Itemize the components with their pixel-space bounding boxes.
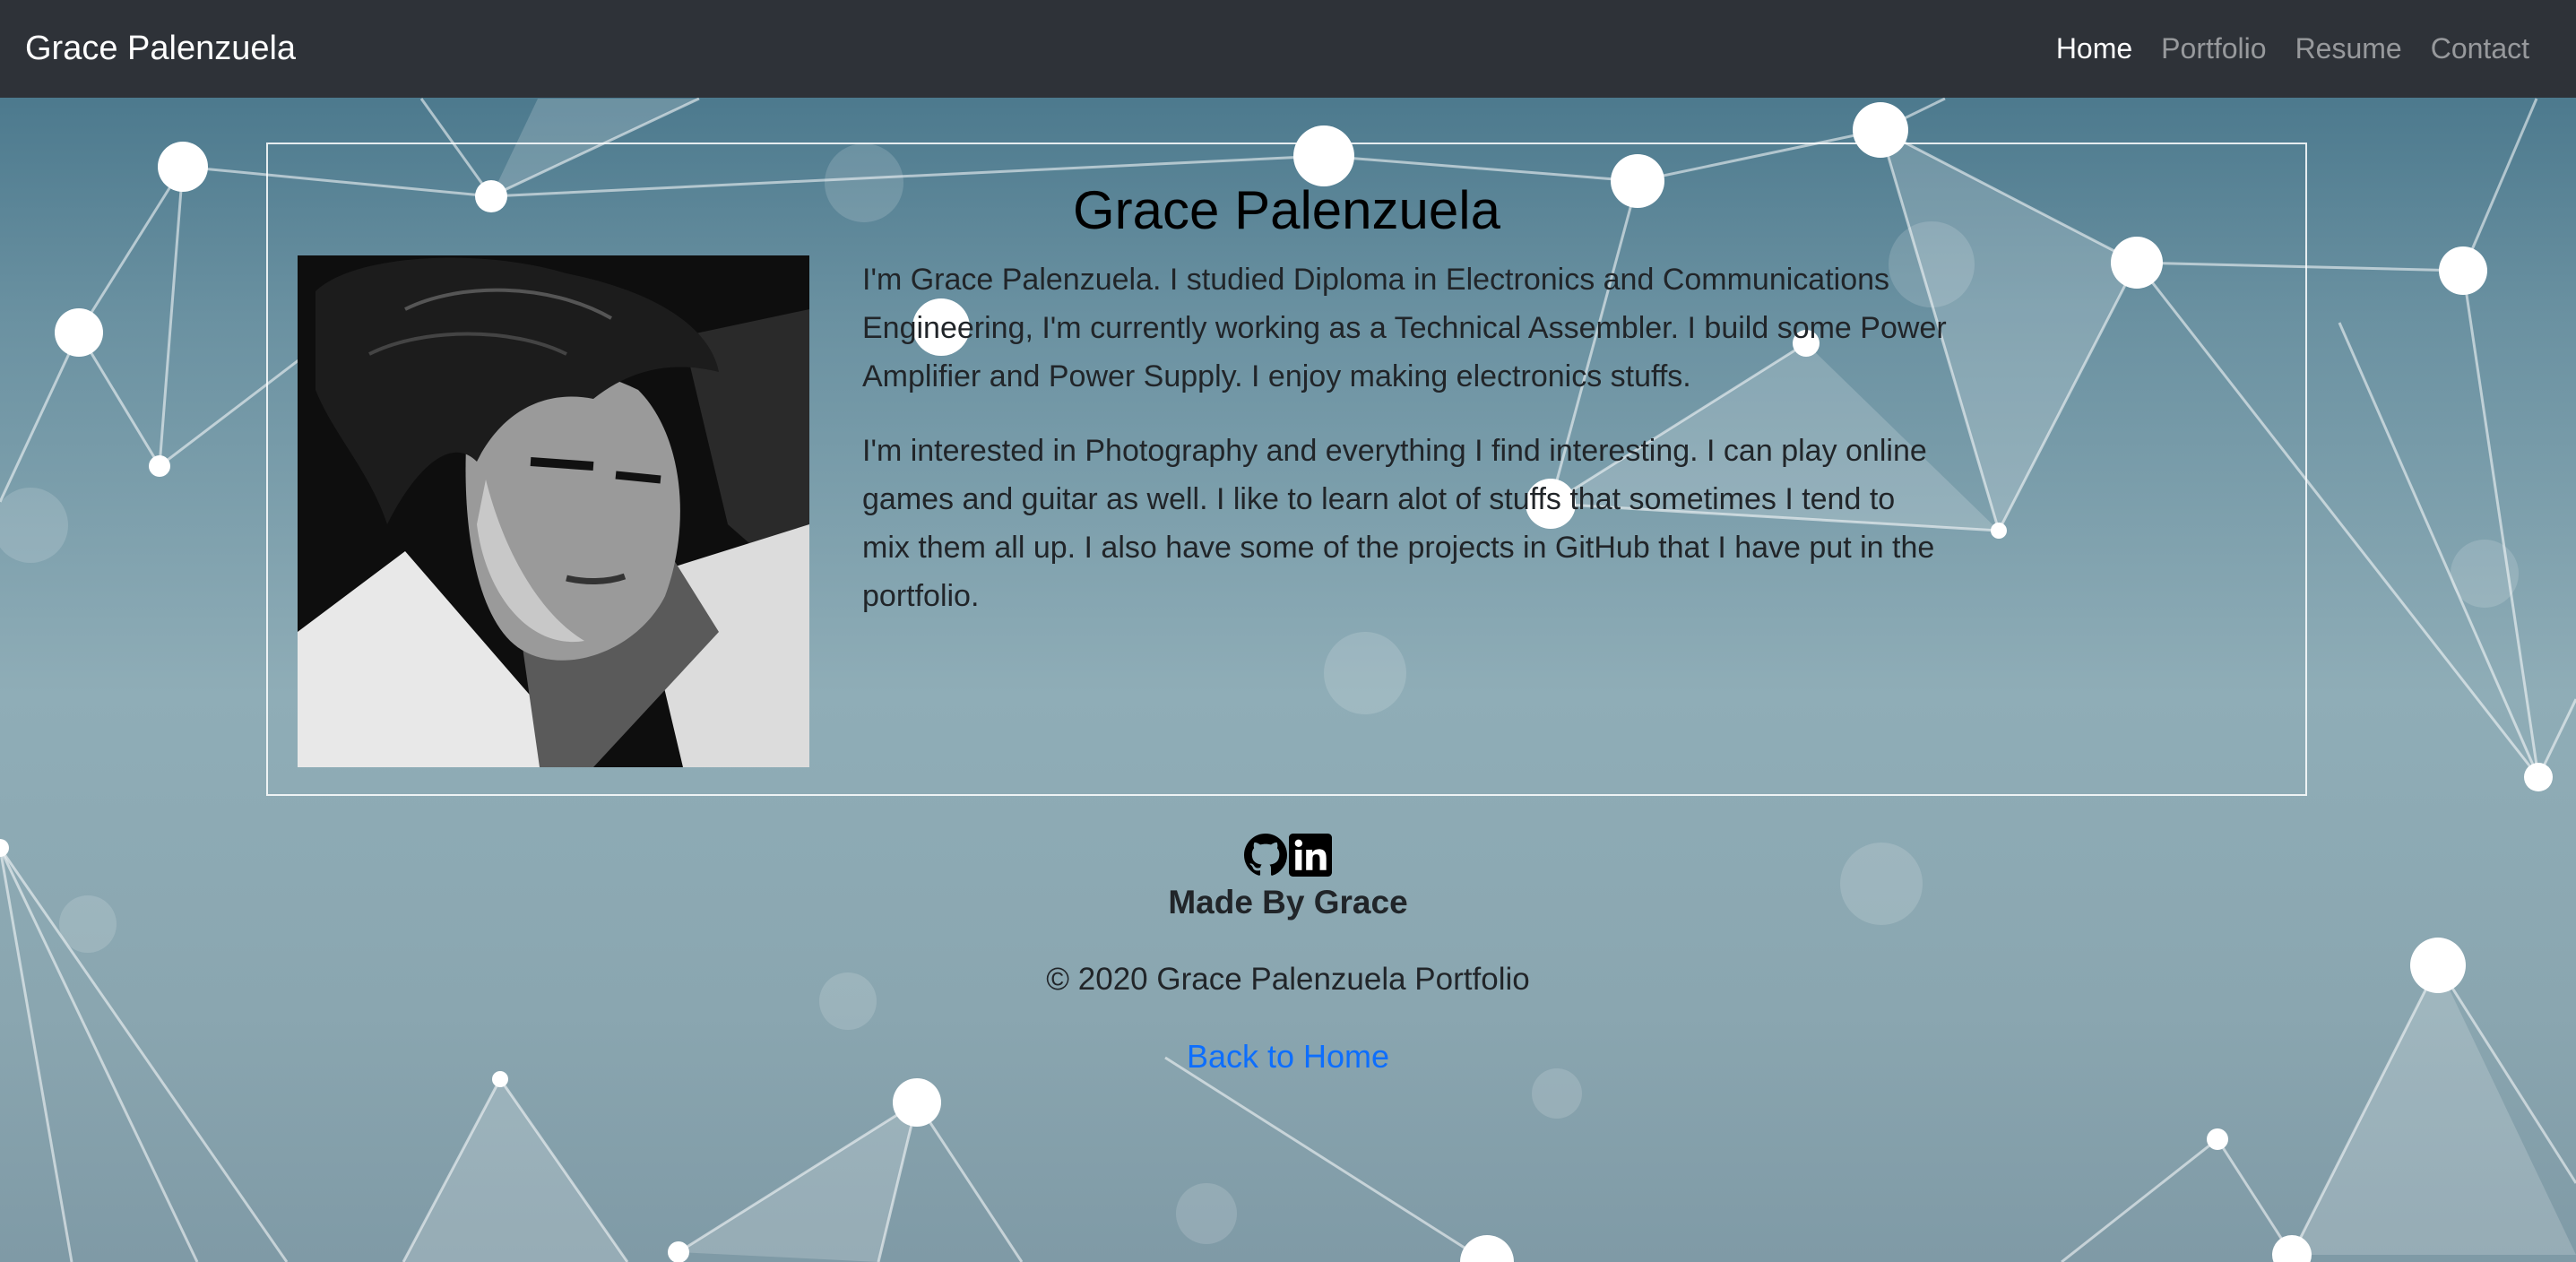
back-to-home-link[interactable]: Back to Home <box>1187 1034 1389 1079</box>
copyright-text: © 2020 Grace Palenzuela Portfolio <box>1046 962 1530 997</box>
nav-link-home[interactable]: Home <box>2042 25 2147 72</box>
bio-paragraph-1: I'm Grace Palenzuela. I studied Diploma … <box>862 263 1947 393</box>
profile-photo <box>298 255 809 767</box>
brand-link[interactable]: Grace Palenzuela <box>25 25 296 72</box>
github-icon[interactable] <box>1244 834 1287 877</box>
nav-link-resume[interactable]: Resume <box>2281 25 2416 72</box>
top-navbar: Grace Palenzuela Home Portfolio Resume C… <box>0 0 2576 98</box>
page-title: Grace Palenzuela <box>1073 180 1500 240</box>
bio-text: I'm Grace Palenzuela. I studied Diploma … <box>862 255 1947 646</box>
bio-paragraph-2: I'm interested in Photography and everyt… <box>862 434 1935 613</box>
nav-links: Home Portfolio Resume Contact <box>2042 25 2544 72</box>
nav-link-portfolio[interactable]: Portfolio <box>2147 25 2280 72</box>
made-by-text: Made By Grace <box>1168 884 1408 921</box>
social-icons <box>0 834 2576 880</box>
linkedin-icon[interactable] <box>1289 834 1332 877</box>
about-card: Grace Palenzuela I'm Grace Palenzuela. I… <box>266 143 2307 796</box>
nav-link-contact[interactable]: Contact <box>2416 25 2544 72</box>
page-footer: Made By Grace © 2020 Grace Palenzuela Po… <box>0 834 2576 1079</box>
